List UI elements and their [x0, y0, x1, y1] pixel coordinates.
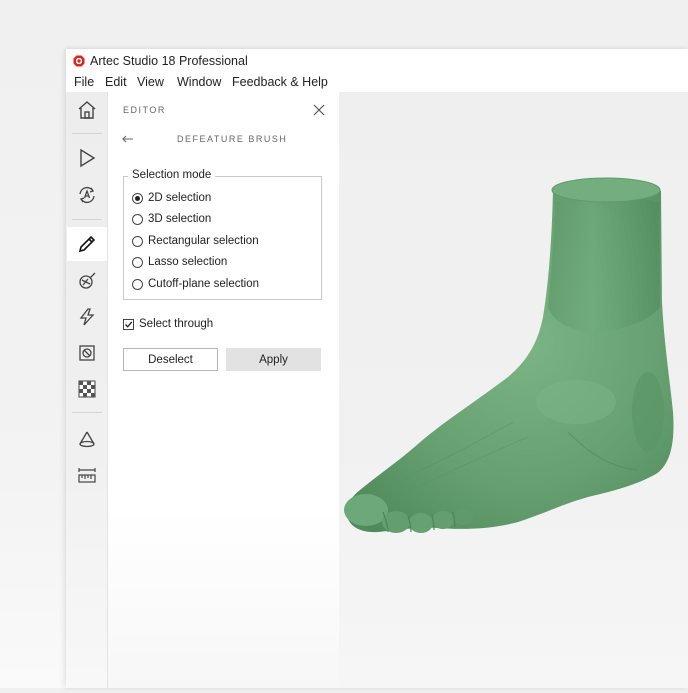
- checkmark-icon: [125, 320, 133, 328]
- radio-3d-selection[interactable]: 3D selection: [132, 211, 211, 227]
- tool-measures[interactable]: [66, 422, 107, 456]
- radio-label: 2D selection: [148, 192, 212, 204]
- tool-texture[interactable]: [66, 372, 107, 406]
- selection-mode-legend: Selection mode: [128, 169, 216, 181]
- desktop-background: [0, 0, 688, 48]
- tool-brush[interactable]: [66, 264, 107, 298]
- radio-label: Rectangular selection: [148, 235, 259, 247]
- editor-panel: EDITOR DEFEATURE BRUSH Selection mode 2D…: [107, 92, 339, 688]
- measure-cone-icon: [78, 431, 95, 448]
- apply-button[interactable]: Apply: [226, 348, 321, 371]
- pencil-icon: [78, 235, 96, 253]
- menu-view[interactable]: View: [137, 75, 164, 89]
- autopilot-icon: [78, 186, 95, 204]
- ruler-icon: [77, 468, 96, 483]
- tool-editor[interactable]: [67, 227, 107, 261]
- tool-autopilot[interactable]: [66, 178, 107, 212]
- select-through-checkbox[interactable]: [123, 318, 134, 330]
- back-arrow-icon[interactable]: [121, 132, 135, 146]
- radio-2d-selection[interactable]: 2D selection: [132, 190, 211, 206]
- tool-ruler[interactable]: [66, 458, 107, 492]
- foot-model[interactable]: [338, 92, 688, 688]
- tool-scan[interactable]: [66, 141, 107, 175]
- radio-button[interactable]: [132, 235, 143, 247]
- brush-icon: [78, 272, 95, 289]
- radio-lasso-selection[interactable]: Lasso selection: [132, 254, 227, 270]
- radio-button[interactable]: [132, 278, 143, 290]
- select-through-checkbox-row[interactable]: Select through: [123, 316, 213, 332]
- desktop-background-left: [0, 0, 66, 688]
- menu-edit[interactable]: Edit: [105, 75, 127, 89]
- radio-label: Cutoff-plane selection: [148, 278, 260, 290]
- artec-logo-icon: [73, 55, 85, 67]
- menu-file[interactable]: File: [74, 75, 94, 89]
- texture-icon: [78, 380, 95, 398]
- radio-button[interactable]: [132, 192, 143, 204]
- tool-mask[interactable]: [66, 336, 107, 370]
- toolbar-divider: [72, 412, 102, 413]
- select-through-label: Select through: [139, 318, 214, 330]
- app-title: Artec Studio 18 Professional: [90, 54, 248, 68]
- lightning-icon: [79, 308, 94, 326]
- radio-button[interactable]: [132, 213, 143, 225]
- selection-mode-group: Selection mode 2D selection 3D selection…: [123, 169, 322, 300]
- toolbar-divider: [72, 219, 102, 220]
- tool-title: DEFEATURE BRUSH: [177, 134, 288, 144]
- panel-header: EDITOR: [123, 105, 166, 115]
- menu-window[interactable]: Window: [177, 75, 221, 89]
- play-icon: [79, 148, 95, 168]
- close-icon[interactable]: [312, 103, 326, 117]
- 3d-viewport[interactable]: [338, 92, 688, 688]
- radio-button[interactable]: [132, 256, 143, 268]
- tool-fast-fusion[interactable]: [66, 300, 107, 334]
- toolbar-divider: [72, 133, 102, 134]
- menu-bar: File Edit View Window Feedback & Help: [66, 73, 688, 93]
- home-icon: [78, 101, 95, 119]
- radio-label: 3D selection: [148, 213, 212, 225]
- app-window: Artec Studio 18 Professional File Edit V…: [66, 49, 688, 688]
- radio-rectangular-selection[interactable]: Rectangular selection: [132, 233, 259, 249]
- deselect-button[interactable]: Deselect: [123, 348, 218, 371]
- radio-label: Lasso selection: [148, 256, 228, 268]
- left-toolbar: [66, 92, 107, 688]
- tool-home[interactable]: [66, 93, 107, 127]
- mask-icon: [78, 345, 95, 361]
- menu-feedback-help[interactable]: Feedback & Help: [232, 75, 328, 89]
- radio-cutoff-plane-selection[interactable]: Cutoff-plane selection: [132, 276, 259, 292]
- title-bar: Artec Studio 18 Professional: [66, 49, 688, 73]
